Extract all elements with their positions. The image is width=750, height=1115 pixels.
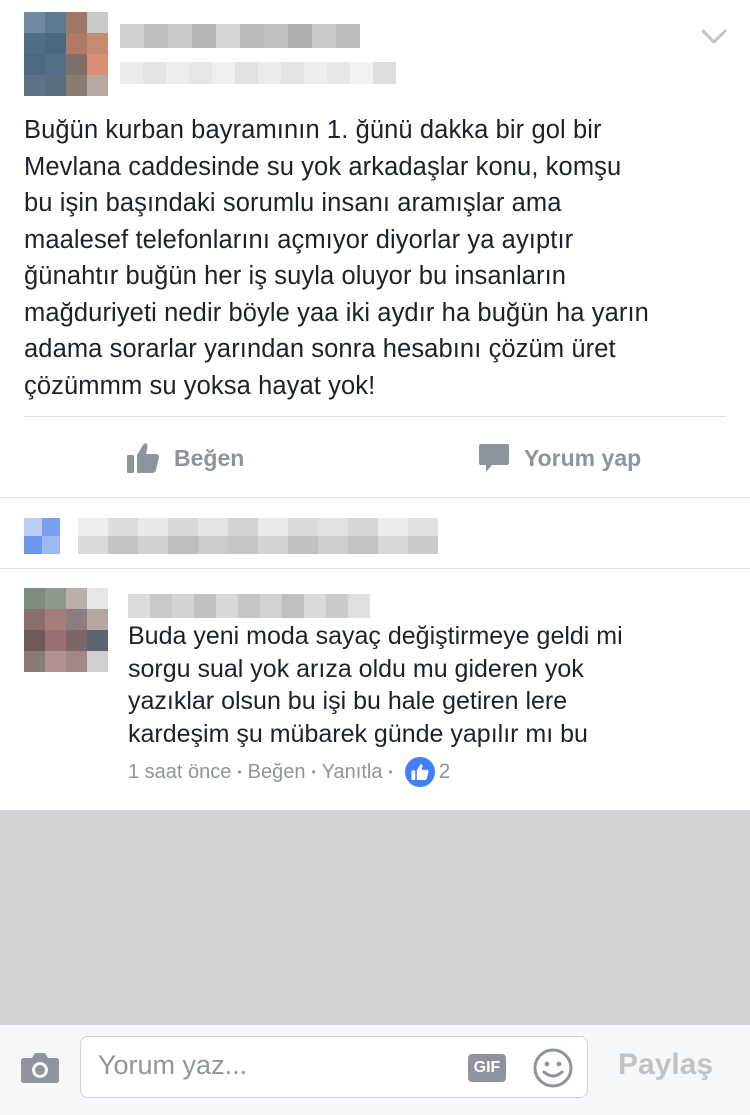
comment-reply-link[interactable]: Yanıtla bbox=[322, 761, 383, 784]
comment-button[interactable]: Yorum yap bbox=[478, 436, 641, 480]
comment-text: Buda yeni moda sayaç değiştirmeye geldi … bbox=[128, 622, 623, 748]
speech-bubble-icon bbox=[479, 444, 509, 472]
reaction-count[interactable]: 2 bbox=[439, 760, 451, 784]
post-author-name[interactable] bbox=[120, 24, 360, 48]
actions-divider bbox=[0, 497, 750, 498]
meta-separator: • bbox=[311, 765, 316, 779]
like-label: Beğen bbox=[174, 444, 245, 471]
chevron-down-icon[interactable] bbox=[700, 28, 728, 46]
post-divider bbox=[24, 416, 726, 417]
commenter-avatar[interactable] bbox=[24, 588, 108, 672]
empty-feed-area bbox=[0, 810, 750, 1024]
post-text: Buğün kurban bayramının 1. ğünü dakka bi… bbox=[24, 116, 649, 400]
like-button[interactable]: Beğen bbox=[126, 436, 244, 480]
comment-time: 1 saat önce bbox=[128, 760, 232, 783]
thumbs-up-icon bbox=[127, 443, 159, 473]
reactions-divider bbox=[0, 568, 750, 569]
reactions-summary[interactable] bbox=[24, 518, 444, 554]
share-button[interactable]: Paylaş bbox=[618, 1048, 713, 1082]
comment-label: Yorum yap bbox=[524, 444, 642, 471]
meta-separator: • bbox=[237, 765, 242, 779]
post-author-avatar[interactable] bbox=[24, 12, 108, 96]
camera-icon[interactable] bbox=[20, 1050, 60, 1089]
comment-meta: 1 saat önce • Beğen • Yanıtla • 2 bbox=[128, 757, 451, 787]
meta-separator: • bbox=[388, 765, 393, 779]
post-timestamp bbox=[120, 62, 396, 84]
comment-input-placeholder[interactable]: Yorum yaz... bbox=[98, 1050, 247, 1081]
like-reaction-icon[interactable] bbox=[404, 757, 435, 787]
smiley-icon[interactable] bbox=[532, 1047, 574, 1094]
comment-like-link[interactable]: Beğen bbox=[248, 761, 306, 784]
gif-button[interactable]: GIF bbox=[468, 1054, 506, 1082]
commenter-name[interactable] bbox=[128, 594, 372, 618]
